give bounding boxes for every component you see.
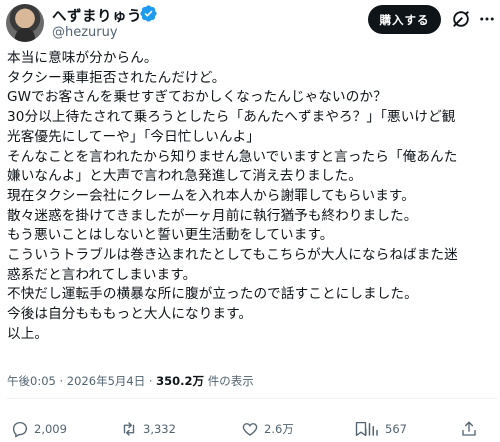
- view-count: 350.2万: [156, 374, 205, 388]
- author-name[interactable]: へずまりゅう: [52, 5, 142, 26]
- tweet-meta: 午後0:05 · 2026年5月4日 · 350.2万 件の表示: [7, 373, 254, 389]
- reply-count: 2,009: [34, 422, 67, 436]
- like-icon: [242, 423, 258, 436]
- reply-button[interactable]: 2,009: [11, 419, 67, 439]
- tweet-line: 散々迷惑を掛けてきましたが一ヶ月前に執行猶予も終わりました。: [7, 207, 418, 224]
- view-count-label: 件の表示: [207, 374, 254, 388]
- tweet-line: GWでお客さんを乗せすぎておかしくなったんじゃないのか？: [7, 89, 387, 106]
- tweet-line: 本当に意味が分からん。: [7, 50, 158, 66]
- tweet-line: 不快だし運転手の横暴な所に腹が立ったので話すことにしました。: [7, 286, 418, 303]
- tweet-line: そんなことを言われたから知りません急いでいますと言ったら「俺あんた: [7, 148, 458, 165]
- reply-icon: [12, 421, 28, 438]
- share-button[interactable]: [460, 419, 483, 439]
- tweet-line: 以上。: [7, 325, 49, 342]
- meta-separator: ·: [59, 374, 64, 388]
- tweet-line: もう悪いことはしないと誓い更生活動をしています。: [7, 227, 334, 244]
- tweet-line: 今後は自分もももっと大人になります。: [7, 306, 253, 323]
- tweet-line: 惑系だと言われてしまいます。: [7, 266, 197, 283]
- repost-count: 3,332: [143, 422, 176, 436]
- grok-icon[interactable]: [451, 9, 471, 29]
- tweet-time[interactable]: 午後0:05: [7, 374, 56, 388]
- tweet-line: 30分以上待たされて乗ろうとしたら「あんたへずまやろ？」「悪いけど観: [7, 109, 456, 126]
- tweet-date[interactable]: 2026年5月4日: [67, 374, 145, 388]
- tweet-line: 現在タクシー会社にクレームを入れ本人から謝罪してもらいます。: [7, 187, 415, 204]
- divider: [7, 398, 497, 399]
- more-icon[interactable]: [478, 10, 496, 28]
- tweet-header: へずまりゅう @hezuruy 購入する: [0, 0, 500, 44]
- action-bar: 2,009 3,332 2.6万 567: [0, 419, 500, 439]
- buy-button[interactable]: 購入する: [368, 5, 441, 34]
- views-icon: [365, 423, 378, 436]
- verified-badge-icon: [140, 5, 157, 22]
- meta-separator: ·: [148, 374, 153, 388]
- tweet-line: タクシー乗車拒否されたんだけど。: [7, 69, 226, 86]
- bookmark-count: 567: [385, 422, 407, 436]
- repost-icon: [123, 422, 135, 436]
- views-button[interactable]: 567: [362, 419, 407, 439]
- tweet-line: 光客優先にしてーや」「今日忙しいんよ」: [7, 128, 260, 145]
- tweet-line: こういうトラブルは巻き込まれたとしてもこちらが大人にならねばまた迷: [7, 247, 458, 264]
- tweet-text: 本当に意味が分からん。 タクシー乗車拒否されたんだけど。 GWでお客さんを乗せす…: [7, 49, 497, 345]
- repost-button[interactable]: 3,332: [120, 419, 176, 439]
- like-count: 2.6万: [264, 422, 294, 436]
- share-icon: [462, 421, 476, 436]
- avatar[interactable]: [6, 4, 44, 42]
- author-handle[interactable]: @hezuruy: [52, 25, 118, 40]
- tweet-line: 嫌いなんよ」と大声で言われ急発進して消え去りました。: [7, 168, 362, 185]
- like-button[interactable]: 2.6万: [241, 419, 294, 439]
